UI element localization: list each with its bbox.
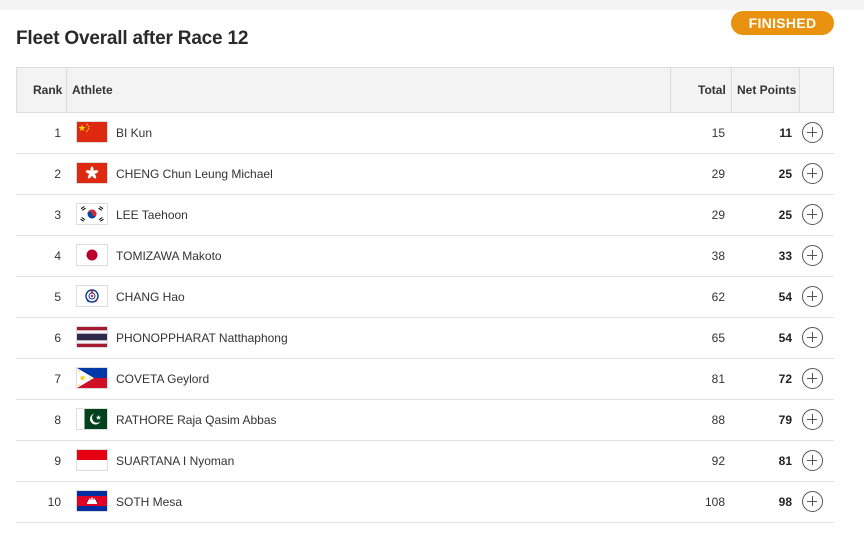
cambodia-flag-icon [76, 490, 108, 512]
rank-header: Rank [33, 83, 63, 97]
table-row: 2 CHENG Chun Leung Michael 29 25 [16, 154, 834, 195]
table-row: 9 SUARTANA I Nyoman 92 81 [16, 441, 834, 482]
header-divider [731, 68, 732, 112]
rank-cell: 9 [54, 454, 61, 468]
net-points-cell: 54 [778, 331, 792, 345]
hong-kong-flag-icon [76, 162, 108, 184]
rank-cell: 1 [54, 126, 61, 140]
athlete-name: PHONOPPHARAT Natthaphong [116, 331, 288, 345]
rank-cell: 7 [54, 372, 61, 386]
athlete-name: SOTH Mesa [116, 495, 183, 509]
net-points-cell: 11 [779, 126, 792, 140]
header-divider [670, 68, 671, 112]
chinese-taipei-flag-icon [76, 285, 108, 307]
net-points-cell: 54 [778, 290, 792, 304]
header-divider [66, 68, 67, 112]
header-divider [799, 68, 800, 112]
net-points-cell: 79 [778, 413, 792, 427]
athlete-name: CHANG Hao [116, 290, 185, 304]
athlete-name: CHENG Chun Leung Michael [116, 167, 273, 181]
net-points-cell: 72 [778, 372, 792, 386]
rank-cell: 3 [54, 208, 61, 222]
page-title: Fleet Overall after Race 12 [16, 28, 249, 49]
athlete-header: Athlete [72, 83, 113, 97]
total-header: Total [698, 83, 726, 97]
expand-plus-icon[interactable] [802, 450, 823, 471]
korea-flag-icon [76, 203, 108, 225]
net-points-cell: 81 [778, 454, 792, 468]
china-flag-icon [76, 121, 108, 143]
table-row: 4 TOMIZAWA Makoto 38 33 [16, 236, 834, 277]
pakistan-flag-icon [76, 408, 108, 430]
total-cell: 88 [711, 413, 725, 427]
table-row: 10 SOTH Mesa 108 98 [16, 482, 834, 523]
expand-plus-icon[interactable] [802, 327, 823, 348]
athlete-name: LEE Taehoon [116, 208, 188, 222]
table-row: 1 BI Kun 15 11 [16, 113, 834, 154]
table-body: 1 BI Kun 15 11 2 CHENG Chun Leung Michael 29 25… [16, 113, 834, 523]
expand-plus-icon[interactable] [802, 204, 823, 225]
athlete-name: SUARTANA I Nyoman [116, 454, 235, 468]
rank-cell: 10 [47, 495, 61, 509]
rank-cell: 4 [54, 249, 61, 263]
expand-plus-icon[interactable] [802, 122, 823, 143]
table-row: 7 COVETA Geylord 81 72 [16, 359, 834, 400]
thailand-flag-icon [76, 326, 108, 348]
net-points-cell: 25 [778, 208, 792, 222]
total-cell: 29 [711, 208, 725, 222]
net-points-cell: 25 [778, 167, 792, 181]
total-cell: 81 [711, 372, 725, 386]
expand-plus-icon[interactable] [802, 286, 823, 307]
athlete-name: RATHORE Raja Qasim Abbas [116, 413, 277, 427]
table-header: Rank Athlete Total Net Points [16, 67, 834, 113]
athlete-name: COVETA Geylord [116, 372, 210, 386]
philippines-flag-icon [76, 367, 108, 389]
table-row: 6 PHONOPPHARAT Natthaphong 65 54 [16, 318, 834, 359]
status-badge: FINISHED [731, 11, 834, 35]
total-cell: 29 [711, 167, 725, 181]
indonesia-flag-icon [76, 449, 108, 471]
total-cell: 65 [711, 331, 725, 345]
rank-cell: 8 [54, 413, 61, 427]
net-points-cell: 33 [778, 249, 792, 263]
rank-cell: 2 [54, 167, 61, 181]
expand-plus-icon[interactable] [802, 163, 823, 184]
net-points-cell: 98 [778, 495, 792, 509]
total-cell: 62 [711, 290, 725, 304]
table-row: 8 RATHORE Raja Qasim Abbas 88 79 [16, 400, 834, 441]
athlete-name: BI Kun [116, 126, 153, 140]
expand-plus-icon[interactable] [802, 491, 823, 512]
results-table: Rank Athlete Total Net Points 1 BI Kun 15 1… [16, 67, 834, 523]
total-cell: 38 [711, 249, 725, 263]
rank-cell: 5 [54, 290, 61, 304]
total-cell: 108 [704, 495, 725, 509]
expand-plus-icon[interactable] [802, 245, 823, 266]
net-points-header: Net Points [737, 83, 797, 97]
top-bar [0, 0, 864, 10]
athlete-name: TOMIZAWA Makoto [116, 249, 222, 263]
table-row: 5 CHANG Hao 62 54 [16, 277, 834, 318]
total-cell: 92 [711, 454, 725, 468]
rank-cell: 6 [54, 331, 61, 345]
table-row: 3 LEE Taehoon 29 25 [16, 195, 834, 236]
japan-flag-icon [76, 244, 108, 266]
total-cell: 15 [711, 126, 725, 140]
expand-plus-icon[interactable] [802, 368, 823, 389]
expand-plus-icon[interactable] [802, 409, 823, 430]
